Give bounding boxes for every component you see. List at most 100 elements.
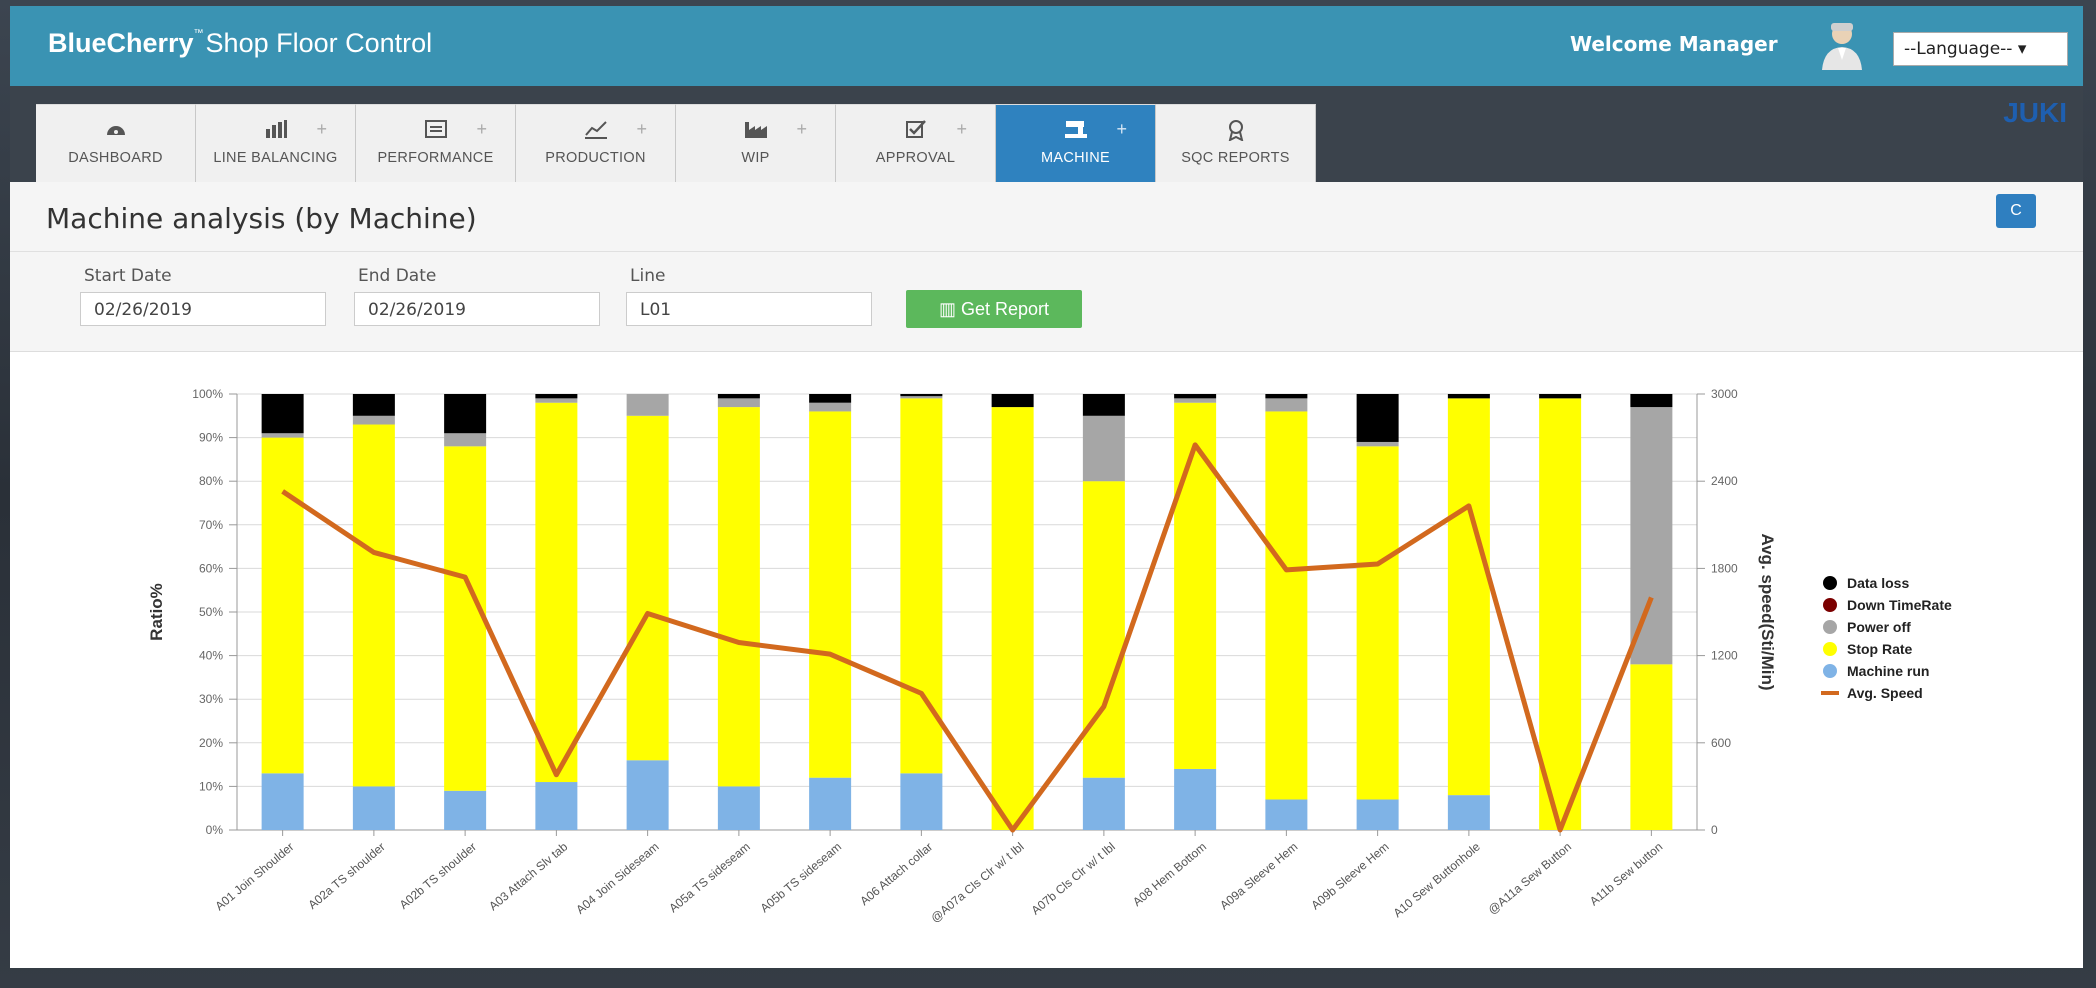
legend-label: Data loss	[1847, 575, 1909, 591]
bar-segment	[261, 773, 304, 830]
y-tick-label: 50%	[199, 605, 223, 619]
bar-segment	[717, 394, 760, 399]
x-tick-label: A11b Sew button	[1587, 840, 1665, 909]
bar-segment	[1539, 398, 1582, 830]
bar-segment	[626, 760, 669, 830]
legend-marker	[1823, 598, 1837, 612]
start-date-input[interactable]: 02/26/2019	[80, 292, 326, 326]
x-tick-label: A02a TS shoulder	[305, 840, 387, 912]
chart-area: 0% 10% 20% 30% 40% 50% 60% 70% 80% 90% 100% 0 600 120…	[10, 352, 2083, 968]
line-label: Line	[630, 266, 666, 286]
y-tick-label: 70%	[199, 518, 223, 532]
tab-label: APPROVAL	[875, 150, 956, 166]
bar-segment	[535, 782, 578, 830]
plus-icon: +	[316, 119, 327, 139]
bar-segment	[535, 402, 578, 783]
y-tick-label: 90%	[199, 431, 223, 445]
bar-segment	[991, 394, 1034, 408]
tab-line-balancing[interactable]: + LINE BALANCING	[196, 104, 356, 182]
refresh-button[interactable]: C	[1996, 194, 2036, 228]
bar-segment	[717, 786, 760, 830]
tab-label: DASHBOARD	[68, 150, 163, 166]
y2-tick-label: 1800	[1711, 561, 1738, 575]
bar-segment	[352, 786, 395, 830]
bar-segment	[809, 394, 852, 403]
avg-speed-line	[281, 442, 1654, 833]
legend-marker	[1823, 664, 1837, 678]
y-tick-label: 20%	[199, 736, 223, 750]
nav-band: DASHBOARD + LINE BALANCING + PERFORMANCE + PRO…	[10, 86, 2083, 182]
bar-segment	[1447, 795, 1490, 830]
end-date-input[interactable]: 02/26/2019	[354, 292, 600, 326]
bar-segment	[444, 394, 487, 434]
x-tick-label: A06 Attach collar	[857, 840, 935, 909]
juki-logo: JUKI	[2003, 97, 2067, 126]
tab-wip[interactable]: + WIP	[676, 104, 836, 182]
machine-analysis-chart: 0% 10% 20% 30% 40% 50% 60% 70% 80% 90% 100% 0 600 120…	[147, 387, 1952, 926]
bar-segment	[352, 394, 395, 416]
bar-segment	[1174, 768, 1217, 830]
top-header: BlueCherry™Shop Floor Control Welcome Ma…	[10, 6, 2083, 86]
bar-segment	[261, 437, 304, 774]
bar-segment	[717, 407, 760, 787]
tab-label: WIP	[741, 150, 770, 166]
y-tick-label: 10%	[199, 779, 223, 793]
legend-label: Power off	[1847, 619, 1911, 635]
bar-segment	[717, 398, 760, 408]
bar-segment	[900, 396, 943, 399]
line-input[interactable]: L01	[626, 292, 872, 326]
y-axis-title: Ratio%	[147, 583, 166, 641]
bar-segment	[1082, 415, 1125, 482]
bar-segment	[1447, 398, 1490, 796]
legend-marker	[1823, 620, 1837, 634]
x-tick-label: @A11a Sew Button	[1485, 840, 1574, 918]
x-tick-label: @A07a Cls Clr w/ t lbl	[928, 840, 1027, 926]
start-date-label: Start Date	[84, 266, 172, 286]
list-icon	[356, 119, 515, 143]
bar-segment	[1082, 777, 1125, 830]
get-report-button[interactable]: ▥ Get Report	[906, 290, 1082, 328]
bar-segment	[1356, 799, 1399, 830]
checkbox-icon	[836, 119, 995, 143]
tab-approval[interactable]: + APPROVAL	[836, 104, 996, 182]
bar-segment	[1539, 394, 1582, 399]
x-tick-label: A01 Join Shoulder	[212, 840, 296, 914]
bar-segment	[809, 777, 852, 830]
bar-segment	[626, 394, 669, 416]
tab-machine[interactable]: + MACHINE	[996, 104, 1156, 182]
tab-performance[interactable]: + PERFORMANCE	[356, 104, 516, 182]
bar-segment	[444, 433, 487, 447]
plus-icon: +	[476, 119, 487, 139]
x-tick-label: A03 Attach Slv tab	[486, 839, 570, 913]
tab-sqc-reports[interactable]: SQC REPORTS	[1156, 104, 1316, 182]
plus-icon: +	[956, 119, 967, 139]
line-chart-icon	[516, 119, 675, 143]
bar-segment	[1630, 664, 1673, 830]
machine-icon	[996, 119, 1155, 143]
bar-segment	[1265, 411, 1308, 800]
bar-segment	[1174, 394, 1217, 399]
bar-segment	[444, 446, 487, 791]
bar-segment	[1630, 407, 1673, 665]
legend-label: Machine run	[1847, 663, 1929, 679]
bar-segment	[352, 424, 395, 787]
y-tick-label: 100%	[192, 387, 223, 401]
bar-segment	[1356, 394, 1399, 442]
x-tick-label: A04 Join Sideseam	[573, 840, 661, 917]
bar-segment	[352, 415, 395, 425]
tab-label: LINE BALANCING	[213, 150, 338, 166]
x-tick-label: A08 Hem Bottom	[1130, 840, 1209, 909]
bar-segment	[444, 790, 487, 830]
tab-dashboard[interactable]: DASHBOARD	[36, 104, 196, 182]
y2-tick-label: 600	[1711, 736, 1731, 750]
bar-segment	[1447, 394, 1490, 399]
award-icon	[1156, 119, 1315, 143]
bar-segment	[1265, 799, 1308, 830]
tab-label: SQC REPORTS	[1181, 150, 1290, 166]
tab-production[interactable]: + PRODUCTION	[516, 104, 676, 182]
x-tick-label: A07b Cls Clr w/ t lbl	[1029, 840, 1118, 918]
user-avatar-icon[interactable]	[1818, 20, 1866, 70]
bar-segment	[535, 394, 578, 399]
welcome-text: Welcome Manager	[1570, 32, 1778, 56]
language-select[interactable]: --Language-- ▾	[1893, 32, 2068, 66]
